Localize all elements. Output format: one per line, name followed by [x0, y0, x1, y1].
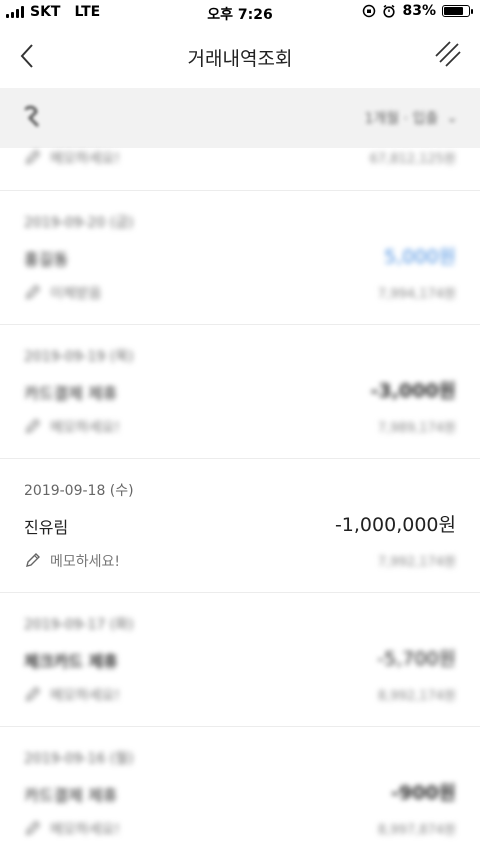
transaction-date: 2019-09-16 (월): [24, 751, 134, 767]
battery-fill: [444, 7, 464, 15]
memo-text[interactable]: 메모하세요!: [50, 819, 120, 839]
pencil-icon: [26, 821, 40, 835]
transaction-item[interactable]: 2019-09-19 (목) 카드결제 제휴 -3,000원 메모하세요! 7,…: [0, 324, 480, 459]
transaction-date: 2019-09-19 (목): [24, 349, 134, 365]
balance-text: 7,989,174원: [377, 421, 456, 436]
transaction-date: 2019-09-18 (수): [24, 483, 134, 499]
transaction-amount: -5,700원: [377, 648, 456, 670]
battery-icon: [442, 5, 473, 17]
transaction-name: 카드결제 제휴: [24, 384, 118, 403]
memo-text[interactable]: 메모하세요!: [50, 148, 120, 168]
balance-text: 67,812,125원: [369, 152, 456, 167]
transaction-item[interactable]: 2019-09-18 (수) 진유림 -1,000,000원 메모하세요! 7,…: [0, 458, 480, 593]
transaction-name: 진유림: [24, 518, 69, 537]
memo-text[interactable]: 메모하세요!: [50, 551, 120, 571]
filter-icon[interactable]: [434, 40, 462, 68]
account-icon: [24, 105, 40, 128]
battery-percent: 83%: [402, 3, 436, 19]
pencil-icon: [26, 150, 40, 164]
transaction-name: 카드결제 제휴: [24, 786, 118, 805]
account-bar[interactable]: 1개월 · 입출 ⌄: [0, 88, 480, 148]
transaction-amount: -3,000원: [370, 380, 456, 402]
pencil-icon: [26, 419, 40, 433]
status-bar: SKT LTE 오후 7:26 83%: [0, 0, 480, 26]
status-right: 83%: [362, 3, 473, 19]
memo-text[interactable]: 이체받음: [50, 283, 102, 303]
balance-text: 8,992,174원: [377, 689, 456, 704]
memo-text[interactable]: 메모하세요!: [50, 417, 120, 437]
transaction-amount: 5,000원: [384, 246, 456, 268]
rotation-lock-icon: [363, 4, 376, 18]
chevron-down-icon: ⌄: [446, 110, 458, 126]
pencil-icon[interactable]: [24, 551, 42, 569]
transaction-name: 홍길동: [24, 250, 69, 269]
list-item-partial[interactable]: 메모하세요! 67,812,125원: [0, 148, 480, 191]
transaction-amount: -900원: [390, 782, 456, 804]
transaction-date: 2019-09-20 (금): [24, 215, 134, 231]
nav-bar: 거래내역조회: [0, 26, 480, 88]
balance-text: 8,997,874원: [377, 823, 456, 838]
period-selector-label: 1개월 · 입출: [364, 111, 439, 127]
transaction-item[interactable]: 2019-09-20 (금) 홍길동 5,000원 이체받음 7,994,174…: [0, 190, 480, 325]
page-title: 거래내역조회: [187, 48, 293, 70]
transaction-item[interactable]: 2019-09-16 (월) 카드결제 제휴 -900원 메모하세요! 8,99…: [0, 726, 480, 853]
pencil-icon: [26, 687, 40, 701]
transaction-amount: -1,000,000원: [334, 514, 456, 536]
balance-text: 7,992,174원: [377, 555, 456, 570]
transaction-item[interactable]: 2019-09-17 (화) 체크카드 제휴 -5,700원 메모하세요! 8,…: [0, 592, 480, 727]
memo-text[interactable]: 메모하세요!: [50, 685, 120, 705]
transaction-date: 2019-09-17 (화): [24, 617, 134, 633]
balance-text: 7,994,174원: [377, 287, 456, 302]
period-selector[interactable]: 1개월 · 입출 ⌄: [364, 108, 458, 128]
pencil-icon: [26, 285, 40, 299]
transaction-name: 체크카드 제휴: [24, 652, 118, 671]
alarm-icon: [383, 4, 396, 18]
